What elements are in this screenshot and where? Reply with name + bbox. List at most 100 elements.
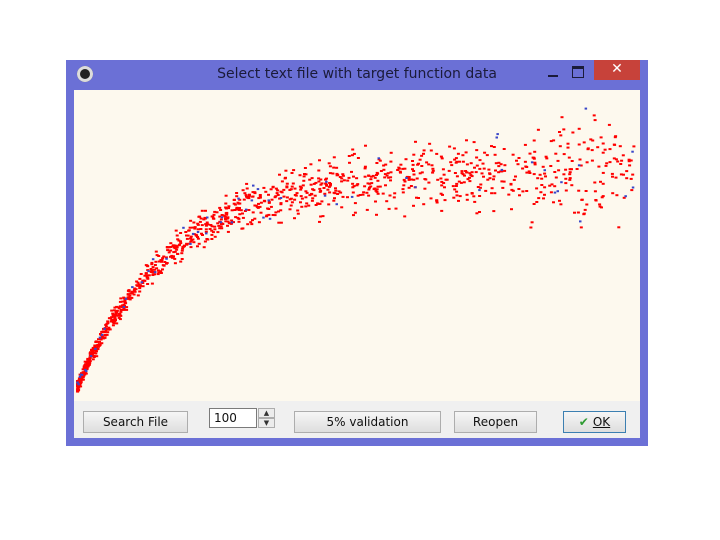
scatter-point [407,178,411,181]
scatter-point [479,183,483,186]
scatter-point [558,199,561,202]
scatter-point [625,170,629,173]
scatter-point [577,189,581,192]
scatter-point [429,149,433,152]
scatter-point [490,187,494,190]
scatter-point [619,163,623,165]
scatter-point [475,156,479,159]
scatter-point [274,187,278,190]
title-bar[interactable]: Select text file with target function da… [66,60,648,90]
scatter-point [554,152,558,155]
count-input[interactable] [209,408,257,428]
scatter-point [170,256,174,259]
scatter-point [570,168,573,171]
scatter-point [100,333,104,336]
scatter-point [384,163,388,166]
scatter-point [549,165,553,167]
scatter-point [310,177,314,180]
scatter-point [122,306,126,308]
scatter-point [403,215,407,218]
scatter-point [211,215,215,218]
scatter-point [210,238,214,240]
scatter-point [411,160,414,162]
close-button[interactable]: ✕ [594,60,640,80]
scatter-point [98,340,101,343]
scatter-point [384,184,387,187]
scatter-point [90,353,93,356]
scatter-point [110,309,114,312]
search-file-button[interactable]: Search File [83,411,188,433]
scatter-point [300,205,304,208]
count-stepper[interactable]: ▲ ▼ [258,408,275,428]
scatter-point [299,195,303,198]
chevron-up-icon[interactable]: ▲ [258,408,275,418]
scatter-point [274,211,278,214]
scatter-point [167,251,171,254]
chevron-down-icon[interactable]: ▼ [258,418,275,428]
scatter-point [249,221,253,224]
scatter-point [568,171,572,174]
scatter-point [478,195,482,197]
scatter-point [119,314,123,317]
scatter-point [112,309,116,312]
scatter-point [355,177,359,180]
scatter-point [593,181,597,184]
scatter-point [257,202,260,205]
scatter-point [176,238,180,241]
scatter-point [271,186,275,189]
scatter-point [611,192,615,195]
scatter-point [439,192,443,195]
scatter-point [157,255,161,257]
scatter-point [402,184,406,187]
scatter-point [218,206,222,209]
validation-button[interactable]: 5% validation [294,411,441,433]
scatter-point [179,240,182,243]
scatter-point [573,211,576,214]
scatter-point [336,193,340,195]
ok-button[interactable]: ✔ OK [563,411,626,433]
reopen-button[interactable]: Reopen [454,411,537,433]
scatter-point [527,170,531,173]
scatter-point [79,373,83,376]
scatter-point [176,253,180,255]
scatter-point [291,182,295,185]
scatter-point [215,211,219,214]
scatter-point [482,167,486,170]
scatter-point [616,160,620,163]
scatter-point [416,163,420,166]
scatter-point [585,161,589,164]
scatter-point [423,187,427,190]
scatter-point [126,293,130,296]
scatter-point [435,199,439,202]
scatter-point [235,195,239,198]
scatter-point [461,160,465,163]
scatter-point [325,184,329,187]
scatter-point [189,246,193,249]
scatter-point [180,252,184,255]
minimize-icon[interactable] [542,62,564,84]
scatter-point [320,182,324,185]
scatter-point [356,194,360,197]
scatter-point [543,169,546,172]
scatter-point [378,185,382,188]
scatter-point [445,178,449,181]
scatter-point [237,220,241,223]
scatter-point [293,198,297,201]
scatter-point [241,189,245,192]
scatter-point [375,213,378,216]
scatter-point [560,116,564,119]
maximize-icon[interactable] [568,62,590,84]
scatter-point [213,225,217,228]
scatter-point [517,157,521,159]
scatter-point [387,176,391,179]
scatter-point [328,165,332,168]
scatter-point [352,185,356,188]
scatter-point [151,266,155,269]
scatter-point [466,178,470,181]
scatter-point [132,289,136,292]
scatter-point [189,219,193,222]
scatter-point [559,134,563,137]
scatter-point [375,174,378,176]
scatter-point [570,184,574,187]
scatter-point [543,193,546,196]
